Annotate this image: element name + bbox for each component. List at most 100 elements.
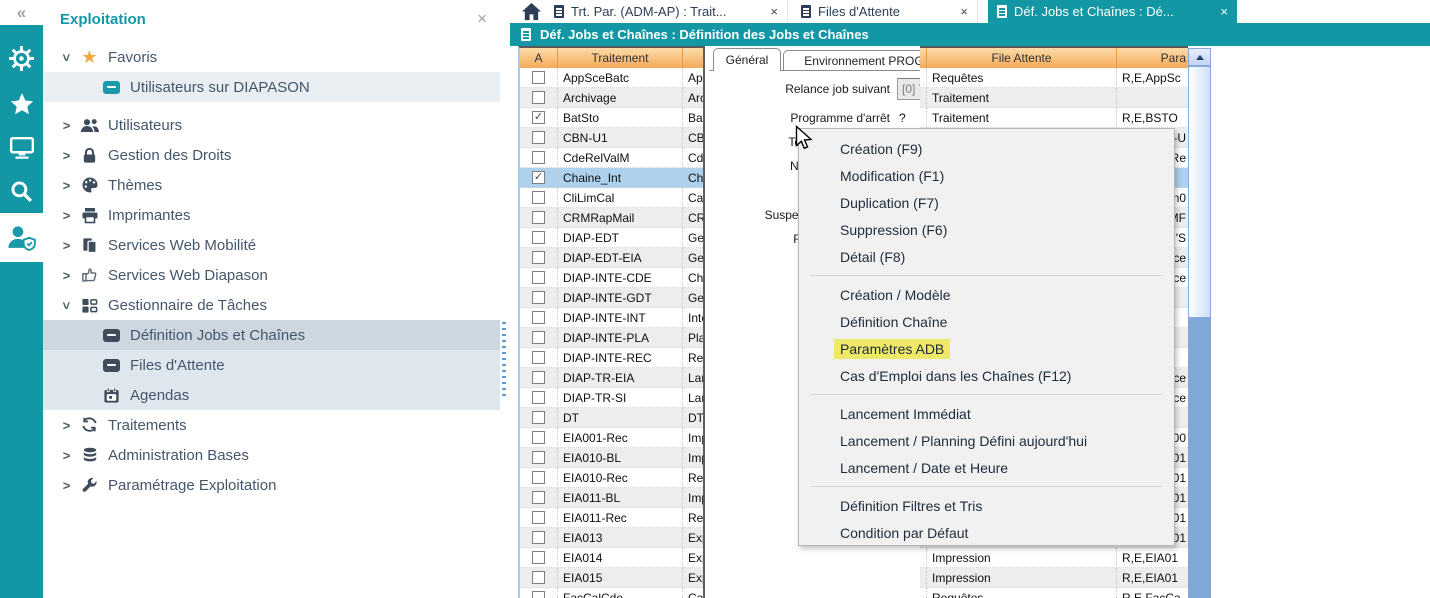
chevron-right-icon[interactable]: > <box>60 208 73 223</box>
checkbox-unchecked[interactable] <box>532 231 545 244</box>
column-header-file-attente[interactable]: File Attente <box>927 48 1117 68</box>
sidebar-item-services-web-diapason[interactable]: >Services Web Diapason <box>43 260 500 290</box>
chevron-right-icon[interactable]: > <box>60 418 73 433</box>
chevron-right-icon[interactable]: > <box>60 118 73 133</box>
checkbox-unchecked[interactable] <box>532 471 545 484</box>
favorites-star-icon[interactable] <box>0 86 43 122</box>
menu-item-param-tres-adb[interactable]: Paramètres ADB <box>799 335 1174 362</box>
tab-environnement-prog[interactable]: Environnement PROG <box>783 50 920 71</box>
chevron-down-icon[interactable]: > <box>59 51 74 64</box>
checkbox-unchecked[interactable] <box>532 551 545 564</box>
search-icon[interactable] <box>0 173 43 209</box>
checkbox-unchecked[interactable] <box>532 131 545 144</box>
checkbox-unchecked[interactable] <box>532 251 545 264</box>
scroll-up-icon[interactable] <box>1188 48 1211 66</box>
close-icon[interactable]: × <box>770 4 778 19</box>
sidebar-item-label: Services Web Mobilité <box>108 237 256 254</box>
checkbox-unchecked[interactable] <box>532 351 545 364</box>
checkbox-unchecked[interactable] <box>532 451 545 464</box>
scrollbar-thumb[interactable] <box>1188 66 1211 318</box>
checkbox-unchecked[interactable] <box>532 151 545 164</box>
close-icon[interactable]: × <box>960 4 968 19</box>
checkbox-unchecked[interactable] <box>532 531 545 544</box>
checkbox-unchecked[interactable] <box>532 331 545 344</box>
wrench-icon <box>78 475 101 495</box>
checkbox-unchecked[interactable] <box>532 431 545 444</box>
sidebar-item-param-trage-exploitation[interactable]: >Paramétrage Exploitation <box>43 470 500 500</box>
sidebar-item-agendas[interactable]: Agendas <box>43 380 500 410</box>
tab-3[interactable]: Déf. Jobs et Chaînes : Dé...× <box>988 0 1237 23</box>
checkbox-unchecked[interactable] <box>532 291 545 304</box>
favorite-star-icon: ★ <box>78 47 101 67</box>
row-checkbox-cell <box>520 468 558 488</box>
checkbox-unchecked[interactable] <box>532 571 545 584</box>
checkbox-unchecked[interactable] <box>532 511 545 524</box>
sidebar-item-gestionnaire-de-t-ches[interactable]: >Gestionnaire de Tâches <box>43 290 500 320</box>
sidebar-item-utilisateurs-sur-diapason[interactable]: Utilisateurs sur DIAPASON <box>43 72 500 102</box>
menu-item-suppression-f6-[interactable]: Suppression (F6) <box>799 216 1174 243</box>
checkbox-unchecked[interactable] <box>532 371 545 384</box>
menu-item-d-finition-filtres-et-tris[interactable]: Définition Filtres et Tris <box>799 492 1174 519</box>
menu-item-lancement-planning-d-fini-aujourd-hui[interactable]: Lancement / Planning Défini aujourd'hui <box>799 427 1174 454</box>
settings-wheel-icon[interactable] <box>0 40 43 76</box>
menu-item-lancement-imm-diat[interactable]: Lancement Immédiat <box>799 400 1174 427</box>
menu-item-d-finition-cha-ne[interactable]: Définition Chaîne <box>799 308 1174 335</box>
chevron-right-icon[interactable]: > <box>60 448 73 463</box>
sidebar-item-favoris[interactable]: >★Favoris <box>43 42 500 72</box>
tab-2[interactable]: Files d'Attente× <box>792 0 978 23</box>
checkbox-checked[interactable]: ✓ <box>532 171 545 184</box>
checkbox-unchecked[interactable] <box>532 211 545 224</box>
column-header-traitement[interactable]: Traitement <box>558 48 683 68</box>
sidebar-item-d-finition-jobs-et-cha-nes[interactable]: Définition Jobs et Chaînes <box>43 320 500 350</box>
checkbox-unchecked[interactable] <box>532 391 545 404</box>
sidebar-item-administration-bases[interactable]: >Administration Bases <box>43 440 500 470</box>
sidebar-item-services-web-mobilit-[interactable]: > Services Web Mobilité <box>43 230 500 260</box>
chevron-down-icon[interactable]: > <box>59 299 74 312</box>
chevron-right-icon[interactable]: > <box>60 178 73 193</box>
menu-item-cas-d-emploi-dans-les-cha-nes-f12-[interactable]: Cas d'Emploi dans les Chaînes (F12) <box>799 362 1174 389</box>
menu-item-cr-ation-f9-[interactable]: Création (F9) <box>799 135 1174 162</box>
tab-general[interactable]: Général <box>713 48 781 71</box>
sidebar-item-utilisateurs[interactable]: >Utilisateurs <box>43 110 500 140</box>
menu-item-cr-ation-mod-le[interactable]: Création / Modèle <box>799 281 1174 308</box>
sidebar-item-files-d-attente[interactable]: Files d'Attente <box>43 350 500 380</box>
sidebar-item-traitements[interactable]: >Traitements <box>43 410 500 440</box>
menu-item-d-tail-f8-[interactable]: Détail (F8) <box>799 243 1174 270</box>
cell-para: R,E,EIA01 <box>1117 548 1188 568</box>
checkbox-unchecked[interactable] <box>532 491 545 504</box>
menu-item-lancement-date-et-heure[interactable]: Lancement / Date et Heure <box>799 454 1174 481</box>
checkbox-unchecked[interactable] <box>532 411 545 424</box>
menu-item-modification-f1-[interactable]: Modification (F1) <box>799 162 1174 189</box>
checkbox-checked[interactable]: ✓ <box>532 111 545 124</box>
splitter-grip[interactable] <box>502 322 506 400</box>
menu-item-condition-par-d-faut[interactable]: Condition par Défaut <box>799 519 1174 546</box>
checkbox-unchecked[interactable] <box>532 71 545 84</box>
checkbox-unchecked[interactable] <box>532 271 545 284</box>
column-header-para[interactable]: Para <box>1117 48 1188 68</box>
close-icon[interactable]: × <box>1220 4 1228 19</box>
column-header-a[interactable]: A <box>520 48 558 68</box>
chevron-right-icon[interactable]: > <box>60 478 73 493</box>
close-icon[interactable]: × <box>477 9 487 29</box>
checkbox-unchecked[interactable] <box>532 591 545 598</box>
checkbox-unchecked[interactable] <box>532 311 545 324</box>
chevron-right-icon[interactable]: > <box>60 238 73 253</box>
sidebar-item-th-mes[interactable]: >Thèmes <box>43 170 500 200</box>
chevron-right-icon[interactable]: > <box>60 268 73 283</box>
chevron-right-icon[interactable]: > <box>60 148 73 163</box>
collapse-sidebar-icon[interactable]: « <box>0 0 43 25</box>
row-checkbox-cell <box>520 528 558 548</box>
sidebar-item-imprimantes[interactable]: >Imprimantes <box>43 200 500 230</box>
screen-icon[interactable] <box>0 130 43 166</box>
checkbox-unchecked[interactable] <box>532 191 545 204</box>
home-icon[interactable] <box>518 2 544 22</box>
menu-item-duplication-f7-[interactable]: Duplication (F7) <box>799 189 1174 216</box>
task-grid-icon <box>78 295 101 315</box>
menu-separator <box>811 486 1162 487</box>
checkbox-unchecked[interactable] <box>532 91 545 104</box>
user-security-icon[interactable] <box>0 213 43 262</box>
tab-1[interactable]: Trt. Par. (ADM-AP) : Trait...× <box>545 0 788 23</box>
field-input[interactable]: [0] TOUJ <box>897 78 920 100</box>
vertical-scrollbar[interactable] <box>1188 48 1211 598</box>
sidebar-item-gestion-des-droits[interactable]: >Gestion des Droits <box>43 140 500 170</box>
